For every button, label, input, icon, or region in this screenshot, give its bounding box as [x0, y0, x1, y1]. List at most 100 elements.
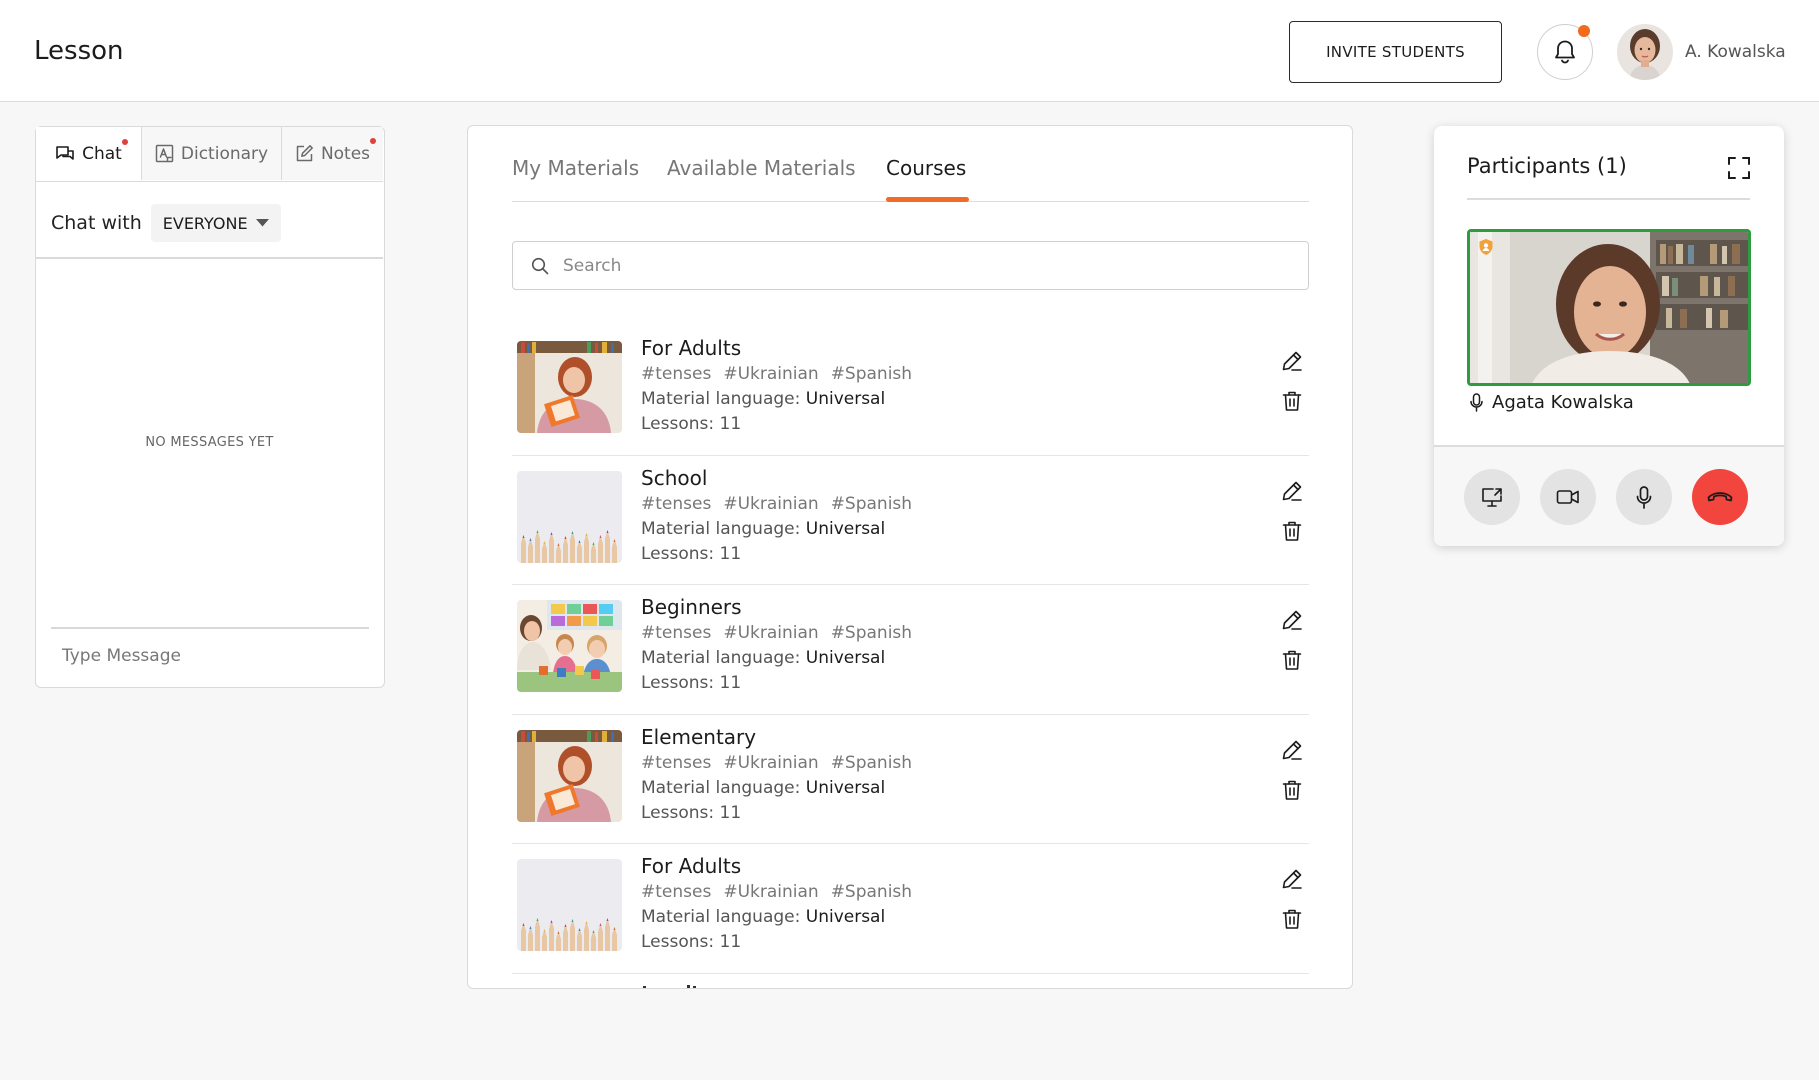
fullscreen-icon[interactable]: [1727, 156, 1751, 180]
course-tag: #tenses: [641, 752, 712, 773]
course-tag: #tenses: [641, 493, 712, 514]
end-call-button[interactable]: [1692, 469, 1748, 525]
chat-with-label: Chat with: [51, 212, 142, 234]
course-tag: #Spanish: [830, 493, 913, 514]
tab-dictionary-label: Dictionary: [180, 143, 269, 164]
course-tag: #tenses: [641, 364, 712, 384]
language-value: Universal: [805, 389, 886, 409]
course-item[interactable]: For Adults #tenses #Ukrainian #Spanish M…: [512, 844, 1309, 974]
course-lessons: Lessons: 11: [641, 544, 741, 564]
woman-reading-image: [517, 729, 622, 822]
course-tags: #tenses #Ukrainian #Spanish: [641, 494, 912, 514]
pencils-image: [517, 859, 622, 951]
course-thumbnail: [517, 729, 622, 822]
course-language: Material language: Universal: [641, 648, 885, 668]
course-item[interactable]: Elementary #tenses #Ukrainian #Spanish M…: [512, 715, 1309, 844]
classroom-image: [517, 600, 622, 692]
tab-available-materials[interactable]: Available Materials: [667, 156, 856, 180]
message-input[interactable]: [62, 646, 362, 666]
materials-panel: My Materials Available Materials Courses: [467, 125, 1353, 989]
pencils-image: [517, 470, 622, 563]
screen-share-icon: [1482, 487, 1502, 507]
lessons-label: Lessons:: [641, 932, 715, 952]
language-label: Material language:: [641, 648, 801, 668]
tab-my-materials[interactable]: My Materials: [512, 156, 639, 180]
screen-share-button[interactable]: [1464, 469, 1520, 525]
course-tag: #Spanish: [830, 364, 913, 384]
tab-notes[interactable]: Notes: [282, 127, 383, 180]
course-tag: #Ukrainian: [723, 493, 819, 514]
participant-label: Agata Kowalska: [1470, 392, 1634, 413]
course-lessons: Lessons: 11: [641, 414, 741, 434]
course-title: School: [641, 465, 708, 490]
user-avatar[interactable]: [1617, 24, 1673, 80]
camera-button[interactable]: [1540, 469, 1596, 525]
chat-unread-dot: [122, 139, 128, 145]
notes-icon: [296, 145, 313, 162]
microphone-button[interactable]: [1616, 469, 1672, 525]
course-item[interactable]: School #tenses #Ukrainian #Spanish Mater…: [512, 456, 1309, 585]
course-title: For Adults: [641, 336, 742, 360]
trash-icon[interactable]: [1282, 908, 1302, 930]
search-box[interactable]: [512, 241, 1309, 290]
divider: [51, 627, 369, 629]
empty-chat-message: NO MESSAGES YET: [145, 435, 274, 450]
course-tag: #Spanish: [830, 623, 913, 643]
course-list: For Adults #tenses #Ukrainian #Spanish M…: [512, 326, 1309, 974]
course-item[interactable]: For Adults #tenses #Ukrainian #Spanish M…: [512, 326, 1309, 456]
course-tag: #Spanish: [830, 882, 913, 902]
course-title: Elementary: [641, 724, 757, 749]
invite-students-button[interactable]: INVITE STUDENTS: [1289, 21, 1502, 83]
notes-unread-dot: [370, 138, 376, 144]
lessons-count: 11: [719, 543, 742, 564]
trash-icon[interactable]: [1282, 520, 1302, 542]
course-language: Material language: Universal: [641, 519, 885, 539]
chat-icon: [56, 145, 74, 160]
trash-icon[interactable]: [1282, 779, 1302, 801]
course-title: For Adults: [641, 854, 742, 878]
course-tag: #tenses: [641, 623, 712, 643]
course-thumbnail: [517, 341, 622, 433]
lessons-label: Lessons:: [641, 673, 715, 693]
chat-audience-select[interactable]: EVERYONE: [150, 204, 281, 242]
tab-chat-label: Chat: [82, 143, 122, 164]
end-call-icon: [1707, 492, 1733, 502]
lessons-count: 11: [719, 414, 742, 434]
course-tags: #tenses #Ukrainian #Spanish: [641, 753, 912, 773]
lessons-label: Lessons:: [641, 543, 715, 564]
course-tags: #tenses #Ukrainian #Spanish: [641, 882, 912, 902]
notifications-button[interactable]: [1537, 24, 1593, 80]
trash-icon[interactable]: [1282, 390, 1302, 412]
tab-dictionary[interactable]: Dictionary: [142, 127, 282, 180]
lessons-count: 11: [719, 673, 742, 693]
edit-icon[interactable]: [1281, 739, 1303, 761]
search-icon: [531, 257, 549, 274]
course-lessons: Lessons: 11: [641, 673, 741, 693]
course-item[interactable]: Beginners #tenses #Ukrainian #Spanish Ma…: [512, 585, 1309, 715]
avatar-photo: [1617, 24, 1673, 80]
tab-courses[interactable]: Courses: [886, 156, 966, 180]
chat-panel-tabs: Chat Dictionary Notes: [36, 127, 383, 182]
dictionary-icon: [155, 144, 174, 163]
language-value: Universal: [805, 777, 886, 798]
edit-icon[interactable]: [1281, 868, 1303, 890]
chat-audience-value: EVERYONE: [162, 213, 248, 233]
lessons-count: 11: [719, 932, 742, 952]
call-controls: [1434, 447, 1784, 546]
caret-down-icon: [255, 219, 269, 227]
edit-icon[interactable]: [1281, 350, 1303, 372]
microphone-icon: [1470, 393, 1483, 412]
edit-icon[interactable]: [1281, 609, 1303, 631]
search-input[interactable]: [563, 255, 1263, 276]
tab-chat[interactable]: Chat: [36, 127, 142, 180]
lessons-label: Lessons:: [641, 414, 715, 434]
participant-video[interactable]: [1467, 229, 1751, 386]
woman-reading-image: [517, 341, 622, 433]
host-badge-icon: [1479, 239, 1493, 255]
edit-icon[interactable]: [1281, 480, 1303, 502]
active-tab-indicator: [886, 197, 969, 202]
user-name[interactable]: A. Kowalska: [1685, 42, 1786, 62]
microphone-icon: [1636, 485, 1652, 509]
notification-badge: [1578, 25, 1590, 37]
trash-icon[interactable]: [1282, 649, 1302, 671]
